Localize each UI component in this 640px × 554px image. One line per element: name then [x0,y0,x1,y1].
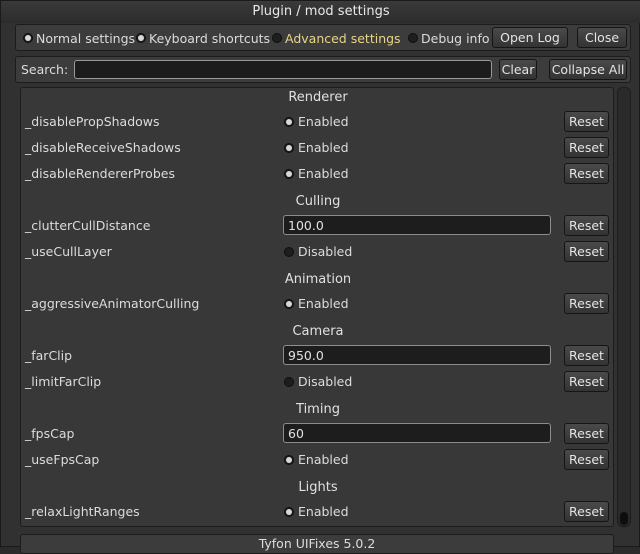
setting-name: _useFpsCap [25,452,100,467]
toggle-label: Enabled [298,296,349,311]
section-header-timing: Timing [296,402,340,417]
setting-name: _disablePropShadows [25,114,160,129]
scrollbar-thumb[interactable] [620,512,628,525]
setting-toggle[interactable]: Enabled [284,140,349,155]
toggle-on-icon [284,454,294,465]
setting-value-input[interactable]: 950.0 [283,345,551,365]
tab-keyboard-label: Keyboard shortcuts [149,30,271,46]
setting-row: _disablePropShadows Enabled Reset [21,110,613,134]
toggle-on-icon [284,506,294,517]
setting-row: _useFpsCap Enabled Reset [21,448,613,472]
tab-normal-settings[interactable]: Normal settings [23,30,135,46]
toggle-label: Enabled [298,114,349,129]
setting-name: _clutterCullDistance [25,218,151,233]
setting-row: _fpsCap 60 Reset [21,422,613,446]
toggle-label: Disabled [298,244,353,259]
section-header-culling: Culling [295,194,341,209]
setting-row: _disableRendererProbes Enabled Reset [21,162,613,186]
setting-name: _useCullLayer [25,244,112,259]
section-header-camera: Camera [292,324,344,339]
vertical-scrollbar[interactable] [617,87,631,527]
setting-toggle[interactable]: Enabled [284,504,349,519]
tab-normal-label: Normal settings [36,30,136,46]
toggle-on-icon [284,298,294,309]
tab-debug-info[interactable]: Debug info [408,30,490,46]
search-input[interactable] [74,60,492,79]
collapse-all-button[interactable]: Collapse All [549,59,627,80]
setting-row: _limitFarClip Disabled Reset [21,370,613,394]
toggle-on-icon [284,168,294,179]
setting-name: _relaxLightRanges [25,504,140,519]
clear-button[interactable]: Clear [499,59,537,80]
reset-button[interactable]: Reset [564,241,609,262]
radio-selected-icon [136,33,146,43]
toggle-label: Enabled [298,452,349,467]
setting-name: _limitFarClip [25,374,102,389]
close-button[interactable]: Close [577,27,627,48]
toggle-label: Disabled [298,374,353,389]
reset-button[interactable]: Reset [564,449,609,470]
tab-debug-label: Debug info [421,30,490,46]
window-title: Plugin / mod settings [1,1,640,23]
reset-button[interactable]: Reset [564,111,609,132]
reset-button[interactable]: Reset [564,137,609,158]
setting-name: _disableReceiveShadows [25,140,181,155]
tab-bar: Normal settings Keyboard shortcuts Advan… [15,24,631,51]
search-label: Search: [21,62,69,77]
setting-toggle[interactable]: Disabled [284,244,352,259]
setting-name: _fpsCap [25,426,75,441]
setting-toggle[interactable]: Enabled [284,114,349,129]
reset-button[interactable]: Reset [564,371,609,392]
settings-list: Renderer _disablePropShadows Enabled Res… [20,87,614,527]
toggle-label: Enabled [298,504,349,519]
radio-unselected-icon [408,33,418,43]
setting-name: _aggressiveAnimatorCulling [25,296,200,311]
section-header-lights: Lights [298,480,338,495]
toggle-on-icon [284,116,294,127]
reset-button[interactable]: Reset [564,501,609,522]
setting-row: _clutterCullDistance 100.0 Reset [21,214,613,238]
setting-toggle[interactable]: Enabled [284,296,349,311]
setting-row: _disableReceiveShadows Enabled Reset [21,136,613,160]
setting-name: _disableRendererProbes [25,166,175,181]
setting-value-input[interactable]: 60 [283,423,551,443]
toggle-off-icon [284,246,294,257]
reset-button[interactable]: Reset [564,293,609,314]
toggle-on-icon [284,142,294,153]
setting-toggle[interactable]: Enabled [284,452,349,467]
setting-toggle[interactable]: Enabled [284,166,349,181]
tab-advanced-settings[interactable]: Advanced settings [272,30,401,46]
setting-row: _farClip 950.0 Reset [21,344,613,368]
setting-row: _relaxLightRanges Enabled Reset [21,500,613,524]
setting-row: _useCullLayer Disabled Reset [21,240,613,264]
toggle-label: Enabled [298,166,349,181]
setting-value-input[interactable]: 100.0 [283,215,551,235]
reset-button[interactable]: Reset [564,345,609,366]
toggle-off-icon [284,376,294,387]
radio-selected-icon [23,33,33,43]
setting-toggle[interactable]: Disabled [284,374,352,389]
section-header-animation: Animation [284,272,352,287]
search-bar: Search: Clear Collapse All [15,56,631,83]
tab-keyboard-shortcuts[interactable]: Keyboard shortcuts [136,30,270,46]
reset-button[interactable]: Reset [564,215,609,236]
radio-unselected-icon [272,33,282,43]
reset-button[interactable]: Reset [564,423,609,444]
tab-advanced-label: Advanced settings [285,30,401,46]
section-header-renderer: Renderer [288,90,348,105]
open-log-button[interactable]: Open Log [492,27,568,48]
toggle-label: Enabled [298,140,349,155]
plugin-footer-header[interactable]: Tyfon UIFixes 5.0.2 [20,534,614,554]
setting-row: _aggressiveAnimatorCulling Enabled Reset [21,292,613,316]
setting-name: _farClip [25,348,73,363]
settings-window: Plugin / mod settings Normal settings Ke… [0,0,640,554]
reset-button[interactable]: Reset [564,163,609,184]
